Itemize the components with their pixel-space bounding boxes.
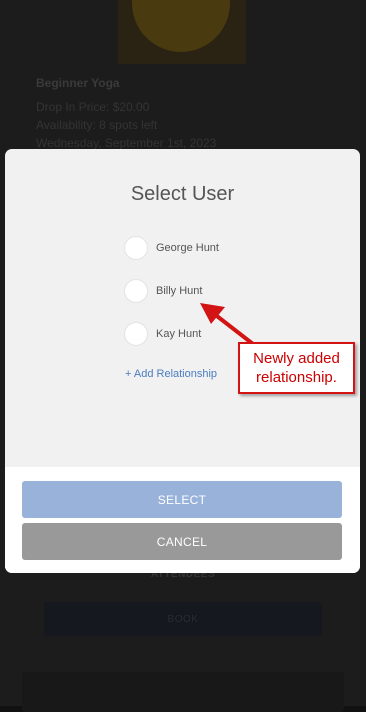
user-name: Billy Hunt bbox=[156, 285, 203, 297]
cancel-button[interactable]: CANCEL bbox=[22, 523, 342, 560]
user-option-george-hunt[interactable]: George Hunt bbox=[124, 235, 219, 261]
bottom-card bbox=[22, 672, 344, 712]
user-name: George Hunt bbox=[156, 242, 219, 254]
user-name: Kay Hunt bbox=[156, 328, 202, 340]
modal-footer: SELECT CANCEL bbox=[5, 467, 360, 573]
user-option-kay-hunt[interactable]: Kay Hunt bbox=[124, 321, 201, 347]
add-relationship-link[interactable]: + Add Relationship bbox=[125, 368, 217, 380]
annotation-callout: Newly added relationship. bbox=[238, 342, 355, 394]
radio-unchecked-icon[interactable] bbox=[124, 279, 148, 303]
user-option-billy-hunt[interactable]: Billy Hunt bbox=[124, 278, 202, 304]
class-availability: Availability: 8 spots left bbox=[36, 118, 158, 132]
class-image-shape bbox=[132, 0, 230, 52]
class-price: Drop In Price: $20.00 bbox=[36, 100, 150, 114]
modal-title: Select User bbox=[130, 183, 235, 205]
class-image bbox=[118, 0, 246, 64]
radio-unchecked-icon[interactable] bbox=[124, 322, 148, 346]
class-date: Wednesday, September 1st, 2023 bbox=[36, 136, 217, 150]
select-button[interactable]: SELECT bbox=[22, 481, 342, 518]
book-button: BOOK bbox=[44, 602, 322, 636]
class-title: Beginner Yoga bbox=[36, 76, 120, 90]
radio-unchecked-icon[interactable] bbox=[124, 236, 148, 260]
